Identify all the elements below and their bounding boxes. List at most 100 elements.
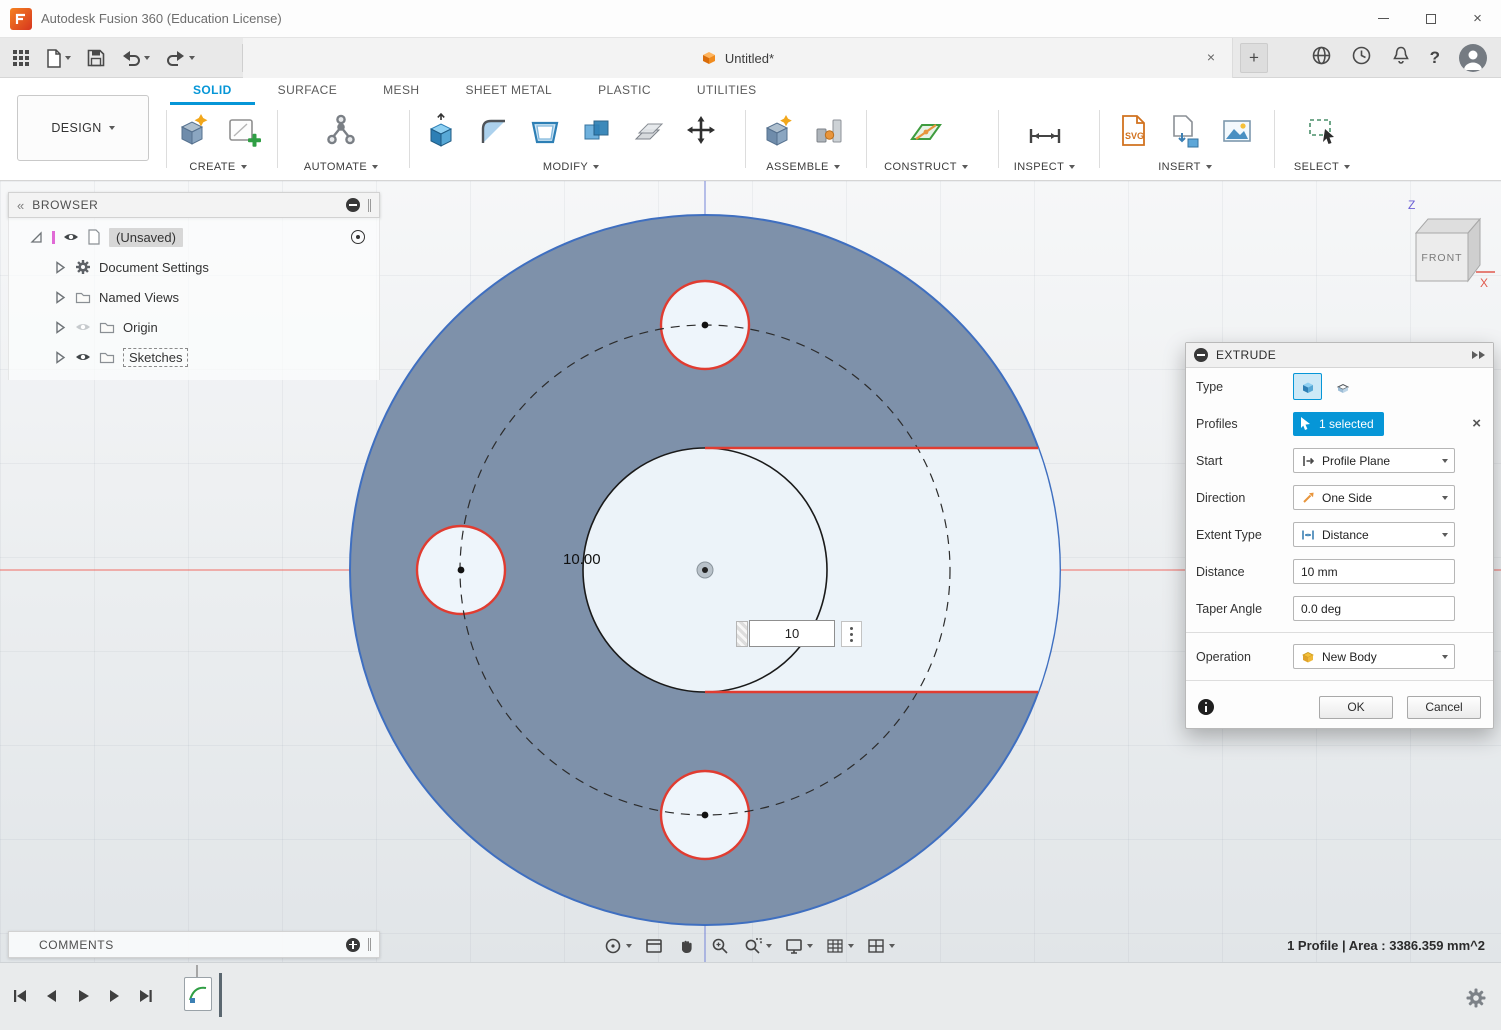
inspect-menu[interactable]: INSPECT (1014, 159, 1075, 175)
assemble-menu[interactable]: ASSEMBLE (766, 159, 840, 175)
look-at-tool[interactable] (643, 935, 665, 957)
tree-root-row[interactable]: (Unsaved) (9, 222, 379, 252)
profiles-selected-button[interactable]: 1 selected (1293, 412, 1384, 436)
zoom-window-tool[interactable] (742, 935, 772, 957)
collapse-tree-icon[interactable] (346, 198, 360, 212)
move-copy-icon[interactable] (682, 112, 720, 155)
slot-cutout[interactable] (583, 448, 1060, 692)
pan-tool[interactable] (676, 935, 698, 957)
expand-arrow-icon[interactable] (53, 290, 67, 305)
browser-header[interactable]: « BROWSER (8, 192, 380, 218)
direction-dropdown[interactable]: One Side (1293, 485, 1455, 510)
zoom-tool[interactable] (709, 935, 731, 957)
joint-icon[interactable] (810, 112, 848, 155)
dialog-grip-icon[interactable] (1194, 348, 1208, 362)
timeline-settings-gear-icon[interactable] (1465, 987, 1487, 1014)
construct-menu[interactable]: CONSTRUCT (884, 159, 968, 175)
panel-drag-handle[interactable] (368, 199, 371, 212)
tree-row-named-views[interactable]: Named Views (9, 282, 379, 312)
expand-arrow-icon[interactable] (53, 350, 67, 365)
insert-canvas-icon[interactable] (1218, 112, 1256, 155)
visibility-eye-icon[interactable] (75, 351, 91, 363)
display-settings-tool[interactable] (783, 935, 813, 957)
construction-plane-icon[interactable] (907, 112, 945, 155)
dimension-label[interactable]: 10.00 (563, 551, 601, 568)
maximize-button[interactable] (1407, 0, 1454, 37)
viewcube[interactable]: Z FRONT X (1392, 195, 1498, 295)
select-menu[interactable]: SELECT (1294, 159, 1350, 175)
tree-row-origin[interactable]: Origin (9, 312, 379, 342)
tab-utilities[interactable]: UTILITIES (674, 78, 780, 105)
automate-robot-icon[interactable] (322, 112, 360, 155)
combine-icon[interactable] (578, 112, 616, 155)
expand-arrow-icon[interactable] (53, 320, 67, 335)
tab-plastic[interactable]: PLASTIC (575, 78, 674, 105)
step-back-button[interactable] (43, 987, 61, 1010)
timeline-sketch-feature[interactable] (184, 977, 212, 1011)
automate-menu[interactable]: AUTOMATE (304, 159, 378, 175)
type-extrude-button[interactable] (1293, 373, 1322, 400)
job-status-icon[interactable] (1351, 45, 1372, 71)
avatar[interactable] (1459, 44, 1487, 72)
tab-solid[interactable]: SOLID (170, 78, 255, 105)
insert-menu[interactable]: INSERT (1158, 159, 1212, 175)
tab-close-icon[interactable]: × (1202, 48, 1220, 66)
notifications-bell-icon[interactable] (1391, 45, 1411, 71)
shell-icon[interactable] (526, 112, 564, 155)
new-tab-button[interactable]: + (1240, 43, 1268, 73)
go-to-start-button[interactable] (12, 987, 30, 1010)
offset-face-icon[interactable] (630, 112, 668, 155)
minimize-button[interactable] (1360, 0, 1407, 37)
root-document-label[interactable]: (Unsaved) (109, 228, 183, 247)
collapse-panel-icon[interactable]: « (17, 198, 24, 213)
tree-row-sketches[interactable]: Sketches (9, 342, 379, 372)
tab-mesh[interactable]: MESH (360, 78, 442, 105)
fillet-icon[interactable] (474, 112, 512, 155)
visibility-eye-icon[interactable] (63, 231, 79, 243)
extent-type-dropdown[interactable]: Distance (1293, 522, 1455, 547)
dimension-value-input[interactable] (749, 620, 835, 647)
new-component-icon[interactable] (173, 112, 211, 155)
app-grid-icon[interactable] (12, 49, 30, 67)
activate-component-radio[interactable] (351, 230, 365, 244)
comments-bar[interactable]: COMMENTS (8, 931, 380, 958)
expand-arrow-icon[interactable] (53, 260, 67, 275)
tree-row-document-settings[interactable]: Document Settings (9, 252, 379, 282)
orbit-tool[interactable] (602, 935, 632, 957)
dialog-expand-icon[interactable] (1472, 351, 1485, 359)
play-button[interactable] (74, 987, 92, 1010)
redo-button[interactable] (166, 49, 195, 67)
help-icon[interactable]: ? (1430, 48, 1440, 68)
create-menu[interactable]: CREATE (189, 159, 246, 175)
ok-button[interactable]: OK (1319, 696, 1393, 719)
clear-selection-icon[interactable]: × (1472, 415, 1483, 432)
panel-drag-handle[interactable] (368, 938, 371, 951)
create-sketch-icon[interactable] (225, 112, 263, 155)
timeline-position-marker[interactable] (219, 973, 222, 1017)
tab-surface[interactable]: SURFACE (255, 78, 360, 105)
close-button[interactable]: × (1454, 0, 1501, 37)
file-menu-button[interactable] (46, 49, 71, 68)
dimension-drag-handle[interactable] (736, 621, 748, 647)
extrude-dialog-header[interactable]: EXTRUDE (1186, 343, 1493, 368)
document-tab[interactable]: Untitled* × (243, 38, 1233, 78)
visibility-off-eye-icon[interactable] (75, 321, 91, 333)
grid-snap-tool[interactable] (824, 935, 854, 957)
extensions-icon[interactable] (1311, 45, 1332, 71)
assemble-component-icon[interactable] (758, 112, 796, 155)
operation-dropdown[interactable]: New Body (1293, 644, 1455, 669)
cancel-button[interactable]: Cancel (1407, 696, 1481, 719)
taper-angle-input[interactable] (1293, 596, 1455, 621)
step-forward-button[interactable] (105, 987, 123, 1010)
type-thin-extrude-button[interactable] (1328, 373, 1357, 400)
measure-icon[interactable] (1026, 112, 1064, 155)
start-dropdown[interactable]: Profile Plane (1293, 448, 1455, 473)
press-pull-icon[interactable] (422, 112, 460, 155)
tab-sheet-metal[interactable]: SHEET METAL (442, 78, 575, 105)
viewports-tool[interactable] (865, 935, 895, 957)
modify-menu[interactable]: MODIFY (543, 159, 599, 175)
go-to-end-button[interactable] (136, 987, 154, 1010)
dimension-options-handle[interactable] (841, 621, 862, 647)
insert-derive-icon[interactable] (1166, 112, 1204, 155)
undo-button[interactable] (121, 49, 150, 67)
